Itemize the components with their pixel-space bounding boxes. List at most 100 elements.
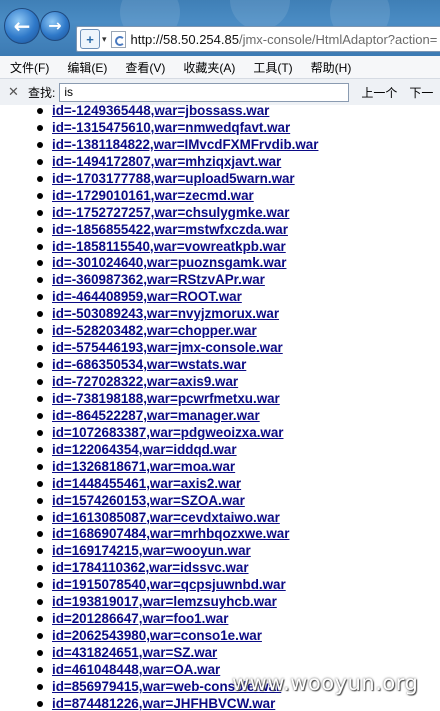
list-item: id=-686350534,war=wstats.war [0, 356, 318, 373]
mbean-link[interactable]: id=-360987362,war=RStzvAPr.war [52, 272, 265, 287]
mbean-link[interactable]: id=-1703177788,war=upload5warn.war [52, 171, 295, 186]
mbean-link[interactable]: id=-1729010161,war=zecmd.war [52, 188, 254, 203]
list-item: id=-464408959,war=ROOT.war [0, 288, 318, 305]
list-item: id=-1858115540,war=vowreatkpb.war [0, 238, 318, 255]
list-item: id=-1856855422,war=mstwfxczda.war [0, 221, 318, 238]
back-button[interactable]: ← [4, 8, 40, 44]
bullet-icon [37, 531, 43, 538]
bullet-icon [37, 565, 43, 572]
watermark: www.wooyun.org [232, 671, 419, 695]
arrow-right-icon: → [48, 16, 62, 35]
bullet-icon [37, 108, 43, 114]
mbean-link[interactable]: id=-727028322,war=axis9.war [52, 374, 238, 389]
mbean-link[interactable]: id=-503089243,war=nvyjzmorux.war [52, 306, 279, 321]
bullet-icon [37, 311, 43, 318]
list-item: id=-360987362,war=RStzvAPr.war [0, 271, 318, 288]
menu-help[interactable]: 帮助(H) [301, 59, 360, 76]
mbean-link[interactable]: id=122064354,war=iddqd.war [52, 442, 237, 457]
browser-titlebar: ← → + ▾ http://58.50.254.85/jmx-console/… [0, 0, 440, 56]
mbean-link[interactable]: id=-1381184822,war=IMvcdFXMFrvdib.war [52, 137, 318, 152]
bullet-icon [37, 548, 43, 555]
menu-tools[interactable]: 工具(T) [243, 59, 300, 76]
mbean-link[interactable]: id=1915078540,war=qcpsjuwnbd.war [52, 577, 286, 592]
bullet-icon [37, 277, 43, 284]
mbean-link[interactable]: id=169174215,war=wooyun.war [52, 543, 251, 558]
bullet-icon [37, 395, 43, 402]
mbean-link[interactable]: id=1784110362,war=idssvc.war [52, 560, 249, 575]
list-item: id=1784110362,war=idssvc.war [0, 559, 318, 576]
mbean-link[interactable]: id=1072683387,war=pdgweoizxa.war [52, 425, 284, 440]
arrow-left-icon: ← [13, 14, 31, 38]
list-item: id=-1729010161,war=zecmd.war [0, 187, 318, 204]
bullet-icon [37, 362, 43, 369]
page-loading-icon [110, 30, 126, 48]
mbean-link[interactable]: id=-575446193,war=jmx-console.war [52, 340, 283, 355]
find-input[interactable]: is [59, 82, 350, 102]
mbean-link[interactable]: id=1686907484,war=mrhbqozxwe.war [52, 526, 289, 541]
mbean-link[interactable]: id=-1752727257,war=chsulygmke.war [52, 205, 289, 220]
list-item: id=122064354,war=iddqd.war [0, 441, 318, 458]
list-item: id=-1249365448,war=jbossass.war [0, 105, 318, 119]
forward-button[interactable]: → [40, 11, 70, 41]
mbean-link[interactable]: id=-1494172807,war=mhziqxjavt.war [52, 154, 281, 169]
address-bar[interactable]: + ▾ http://58.50.254.85/jmx-console/Html… [76, 26, 440, 52]
bullet-icon [37, 294, 43, 301]
mbean-link[interactable]: id=-301024640,war=puoznsgamk.war [52, 255, 286, 270]
bullet-icon [37, 243, 43, 250]
find-previous-button[interactable]: 上一个 [361, 84, 397, 101]
bullet-icon [37, 514, 43, 521]
mbean-link[interactable]: id=-1858115540,war=vowreatkpb.war [52, 239, 286, 254]
mbean-link[interactable]: id=201286647,war=foo1.war [52, 611, 228, 626]
list-item: id=169174215,war=wooyun.war [0, 542, 318, 559]
mbean-link[interactable]: id=-1249365448,war=jbossass.war [52, 105, 269, 118]
mbean-link[interactable]: id=-1315475610,war=nmwedqfavt.war [52, 120, 290, 135]
mbean-list: id=-1249365448,war=jbossass.war id=-13154… [0, 105, 318, 711]
bullet-icon [37, 412, 43, 419]
url-host: http://58.50.254.85 [130, 31, 239, 47]
chevron-down-icon[interactable]: ▾ [102, 34, 107, 45]
menu-view[interactable]: 查看(V) [115, 59, 173, 76]
find-bar: ✕ 查找: is 上一个 下一 [0, 79, 440, 106]
menu-file[interactable]: 文件(F) [0, 59, 57, 76]
bullet-icon [37, 345, 43, 352]
mbean-link[interactable]: id=193819017,war=lemzsuyhcb.war [52, 594, 277, 609]
url-text[interactable]: http://58.50.254.85/jmx-console/HtmlAdap… [131, 32, 438, 47]
list-item: id=-1494172807,war=mhziqxjavt.war [0, 153, 318, 170]
mbean-link[interactable]: id=2062543980,war=conso1e.war [52, 628, 262, 643]
mbean-link[interactable]: id=1326818671,war=moa.war [52, 459, 235, 474]
menu-edit[interactable]: 编辑(E) [57, 59, 115, 76]
mbean-link[interactable]: id=431824651,war=SZ.war [52, 645, 217, 660]
find-next-button[interactable]: 下一 [409, 84, 433, 101]
list-item: id=201286647,war=foo1.war [0, 610, 318, 627]
url-path: /jmx-console/HtmlAdaptor?action= [238, 31, 438, 47]
list-item: id=-301024640,war=puoznsgamk.war [0, 254, 318, 271]
add-favorite-icon[interactable]: + [80, 29, 100, 49]
list-item: id=-528203482,war=chopper.war [0, 322, 318, 339]
list-item: id=-727028322,war=axis9.war [0, 373, 318, 390]
mbean-link[interactable]: id=1448455461,war=axis2.war [52, 476, 241, 491]
bullet-icon [37, 683, 43, 690]
bullet-icon [37, 599, 43, 606]
mbean-link[interactable]: id=-738198188,war=pcwrfmetxu.war [52, 391, 280, 406]
mbean-link[interactable]: id=-1856855422,war=mstwfxczda.war [52, 222, 288, 237]
bullet-icon [37, 379, 43, 385]
mbean-link[interactable]: id=-464408959,war=ROOT.war [52, 289, 242, 304]
list-item: id=1448455461,war=axis2.war [0, 475, 318, 492]
mbean-link[interactable]: id=-528203482,war=chopper.war [52, 323, 257, 338]
list-item: id=-1315475610,war=nmwedqfavt.war [0, 119, 318, 136]
mbean-link[interactable]: id=461048448,war=OA.war [52, 662, 220, 677]
menu-favorites[interactable]: 收藏夹(A) [173, 59, 243, 76]
mbean-link[interactable]: id=874481226,war=JHFHBVCW.war [52, 696, 275, 711]
bullet-icon [37, 158, 43, 165]
list-item: id=-738198188,war=pcwrfmetxu.war [0, 390, 318, 407]
list-item: id=1915078540,war=qcpsjuwnbd.war [0, 576, 318, 593]
list-item: id=1072683387,war=pdgweoizxa.war [0, 424, 318, 441]
list-item: id=193819017,war=lemzsuyhcb.war [0, 593, 318, 610]
mbean-link[interactable]: id=1613085087,war=cevdxtaiwo.war [52, 510, 280, 525]
bullet-icon [37, 124, 43, 131]
mbean-link[interactable]: id=1574260153,war=SZOA.war [52, 493, 245, 508]
mbean-link[interactable]: id=-864522287,war=manager.war [52, 408, 260, 423]
list-item: id=874481226,war=JHFHBVCW.war [0, 695, 318, 711]
close-icon[interactable]: ✕ [8, 84, 24, 100]
mbean-link[interactable]: id=-686350534,war=wstats.war [52, 357, 246, 372]
